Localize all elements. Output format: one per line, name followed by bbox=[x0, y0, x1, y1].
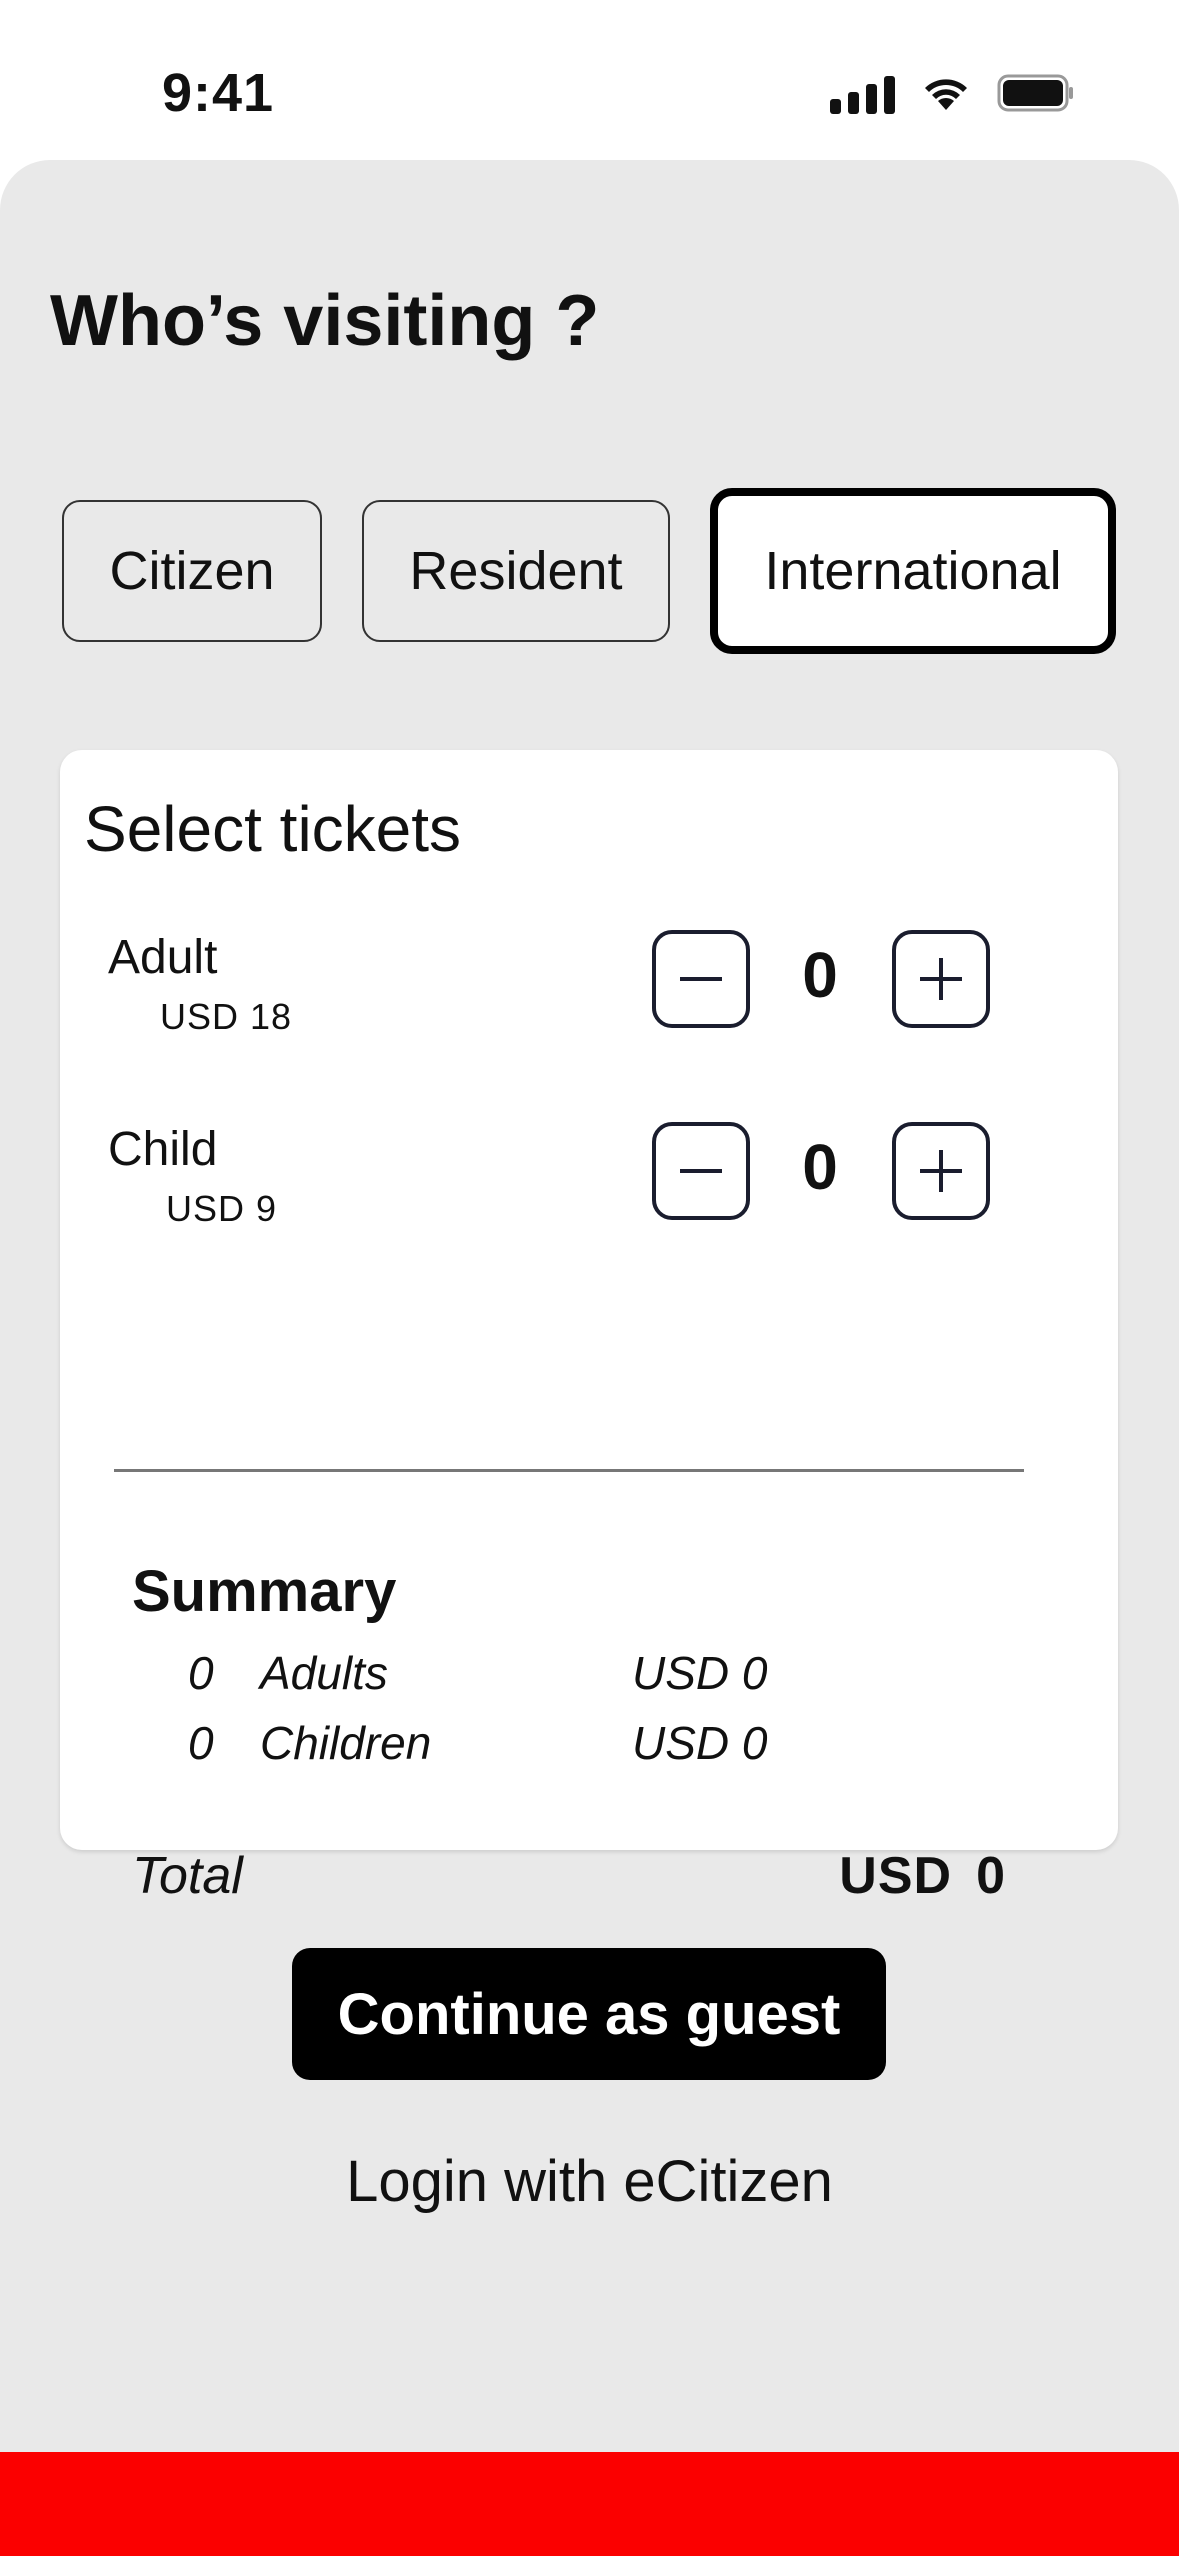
child-plus-button[interactable] bbox=[892, 1122, 990, 1220]
wifi-icon bbox=[921, 74, 971, 112]
adult-quantity: 0 bbox=[802, 939, 838, 1011]
status-bar: 9:41 bbox=[0, 0, 1179, 160]
ticket-card-title: Select tickets bbox=[84, 793, 462, 865]
plus-icon bbox=[920, 1150, 962, 1192]
summary-adults-count: 0 bbox=[188, 1647, 214, 1699]
login-ecitizen-link[interactable]: Login with eCitizen bbox=[0, 2148, 1179, 2215]
tab-international[interactable]: International bbox=[710, 488, 1116, 654]
ticket-price-adult: USD 18 bbox=[160, 996, 293, 1037]
summary-title: Summary bbox=[132, 1559, 397, 1624]
child-quantity: 0 bbox=[802, 1131, 838, 1203]
total-currency: USD bbox=[839, 1847, 953, 1905]
adult-plus-button[interactable] bbox=[892, 930, 990, 1028]
ticket-label-adult: Adult bbox=[108, 931, 218, 984]
bottom-bar bbox=[0, 2452, 1179, 2556]
status-icons bbox=[830, 72, 1075, 114]
visit-sheet: Who’s visiting ? Citizen Resident Intern… bbox=[0, 160, 1179, 2452]
minus-icon bbox=[680, 1169, 722, 1173]
minus-icon bbox=[680, 977, 722, 981]
summary-adults-amount: USD 0 bbox=[632, 1647, 768, 1699]
total-label: Total bbox=[132, 1847, 243, 1905]
tab-citizen[interactable]: Citizen bbox=[62, 500, 322, 642]
adult-minus-button[interactable] bbox=[652, 930, 750, 1028]
battery-icon bbox=[997, 73, 1075, 113]
ticket-price-child: USD 9 bbox=[166, 1188, 278, 1229]
ticket-row-child: Child USD 9 0 bbox=[60, 1122, 1118, 1242]
total-amount: 0 bbox=[976, 1847, 1006, 1905]
summary-children-amount: USD 0 bbox=[632, 1717, 768, 1769]
ticket-row-adult: Adult USD 18 0 bbox=[60, 930, 1118, 1050]
total-value: USD 0 bbox=[839, 1846, 1006, 1906]
divider bbox=[114, 1469, 1024, 1472]
summary-adults-label: Adults bbox=[260, 1647, 388, 1699]
summary-children-label: Children bbox=[260, 1717, 432, 1769]
continue-as-guest-button[interactable]: Continue as guest bbox=[292, 1948, 886, 2080]
ticket-label-child: Child bbox=[108, 1123, 218, 1176]
tab-resident[interactable]: Resident bbox=[362, 500, 670, 642]
cellular-signal-icon bbox=[830, 72, 895, 114]
ticket-card: Select tickets Adult USD 18 0 Child USD … bbox=[60, 750, 1118, 1905]
child-minus-button[interactable] bbox=[652, 1122, 750, 1220]
page-title: Who’s visiting ? bbox=[50, 281, 600, 361]
status-time: 9:41 bbox=[162, 63, 275, 123]
summary-children-count: 0 bbox=[188, 1717, 214, 1769]
plus-icon bbox=[920, 958, 962, 1000]
